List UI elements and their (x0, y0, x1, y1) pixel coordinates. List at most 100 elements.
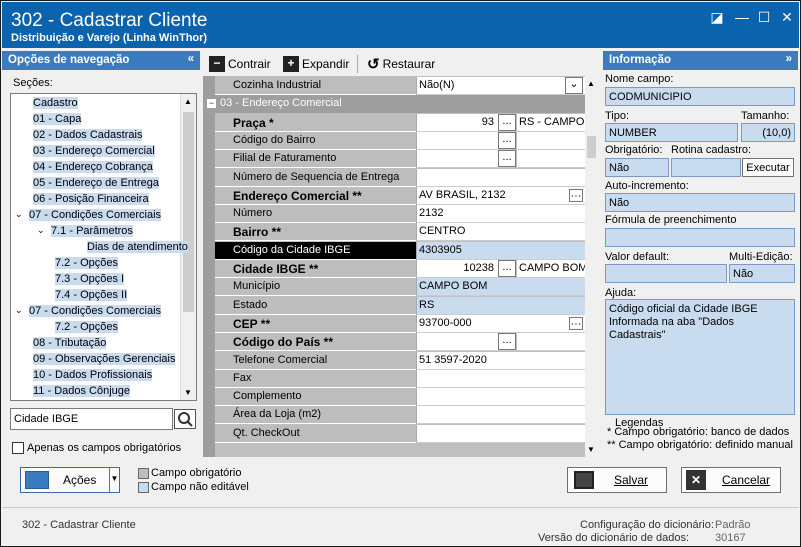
nav-tree-item[interactable]: 03 - Endereço Comercial (11, 144, 181, 160)
nav-tree-item[interactable]: 02 - Dados Cadastrais (11, 128, 181, 144)
search-button[interactable] (174, 409, 196, 429)
only-required-label: Apenas os campos obrigatórios (27, 442, 182, 454)
collapse-button[interactable]: − Contrair (209, 55, 271, 73)
nav-tree-item[interactable]: 7.4 - Opções II (11, 288, 181, 304)
nav-tree-item[interactable]: Dias de atendimento (11, 240, 188, 256)
nav-tree-item[interactable]: 05 - Endereço de Entrega (11, 176, 181, 192)
multi-label: Multi-Edição: (729, 251, 793, 263)
field-value[interactable]: ... (416, 150, 516, 169)
field-value[interactable]: AV BRASIL, 2132 ··· (416, 186, 585, 205)
routine-value (671, 158, 741, 177)
actions-button[interactable]: Ações ▼ (20, 467, 120, 493)
expand-button[interactable]: + Expandir (283, 55, 349, 73)
field-label: Filial de Faturamento (215, 150, 418, 169)
nav-tree-item[interactable]: ⌄ 7.1 - Parâmetros (11, 224, 181, 240)
restore-button[interactable]: ↺ Restaurar (367, 55, 435, 73)
lookup-button[interactable]: ... (498, 260, 516, 277)
field-value[interactable]: 93700-000 ··· (416, 314, 585, 333)
grid-row: Município CAMPO BOM (203, 278, 585, 297)
autoinc-value: Não (605, 193, 795, 212)
ellipsis-button[interactable]: ··· (569, 188, 583, 202)
minimize-icon[interactable]: — (733, 9, 751, 25)
grid-row: Número de Sequencia de Entrega (203, 168, 585, 187)
field-value[interactable]: ... (416, 333, 516, 352)
section-search-input[interactable]: Cidade IBGE (10, 408, 173, 430)
field-value[interactable]: 2132 (416, 205, 585, 224)
field-value[interactable]: 10238... (416, 260, 516, 278)
expand-toggle-icon[interactable]: ⌄ (37, 225, 45, 236)
nav-tree-item-label: Dias de atendimento (87, 241, 188, 253)
scroll-up-icon[interactable]: ▲ (184, 97, 192, 106)
only-required-checkbox[interactable] (12, 442, 24, 454)
collapse-group-icon[interactable]: − (207, 99, 216, 109)
nav-tree-item[interactable]: 09 - Observações Gerenciais (11, 352, 181, 368)
nav-tree-item[interactable]: 01 - Capa (11, 112, 181, 128)
field-value[interactable] (416, 406, 585, 425)
field-label: Cidade IBGE ** (215, 260, 418, 278)
grid-row: CEP ** 93700-000 ··· (203, 314, 585, 333)
field-value-text: CAMPO BOM (419, 280, 488, 293)
nav-tree-item[interactable]: 04 - Endereço Cobrança (11, 160, 181, 176)
scroll-down-icon[interactable]: ▼ (184, 388, 192, 397)
expand-toggle-icon[interactable]: ⌄ (15, 305, 23, 316)
nav-tree-item[interactable]: 10 - Dados Profissionais (11, 368, 181, 384)
grid-scroll-thumb[interactable] (587, 136, 596, 158)
nav-tree-item[interactable]: ⌄ 07 - Condições Comerciais (11, 208, 181, 224)
maximize-icon[interactable]: ☐ (755, 9, 773, 26)
field-value[interactable] (416, 388, 585, 407)
restore-icon: ↺ (367, 56, 380, 73)
chevron-down-icon[interactable]: ▼ (109, 468, 119, 492)
nav-tree-item[interactable]: 08 - Tributação (11, 336, 181, 352)
group-header[interactable]: −03 - Endereço Comercial (203, 95, 585, 114)
plus-icon: + (283, 56, 299, 72)
field-value[interactable]: ... (416, 131, 516, 150)
lookup-button[interactable]: ... (498, 113, 516, 131)
field-label: Município (215, 278, 418, 297)
nav-tree-item[interactable]: 7.2 - Opções (11, 320, 181, 336)
nav-tree-item[interactable]: 06 - Posição Financeira (11, 192, 181, 208)
grid-scroll-down-icon[interactable]: ▼ (587, 445, 595, 454)
info-header-label: Informação (609, 54, 671, 66)
nav-tree-item[interactable]: 7.2 - Opções (11, 256, 181, 272)
field-description (517, 150, 585, 169)
nav-tree-item-label: 03 - Endereço Comercial (33, 145, 155, 157)
field-label: Qt. CheckOut (215, 424, 418, 443)
actions-label: Ações (63, 473, 97, 487)
expand-panel-icon[interactable]: » (786, 53, 792, 65)
nav-tree-item[interactable]: ⌄ 07 - Condições Comerciais (11, 304, 181, 320)
field-value[interactable]: 51 3597-2020 (416, 351, 585, 370)
expand-toggle-icon[interactable]: ⌄ (15, 209, 23, 220)
field-value[interactable]: Não(N) ⌄ (416, 77, 585, 95)
lookup-button[interactable]: ... (498, 150, 516, 168)
nav-tree-item[interactable]: Cadastro (11, 96, 181, 112)
chevron-down-icon[interactable]: ⌄ (565, 77, 583, 94)
search-icon (178, 412, 193, 427)
lookup-button[interactable]: ... (498, 131, 516, 149)
close-icon[interactable]: ✕ (778, 9, 796, 26)
lookup-button[interactable]: ... (498, 333, 516, 351)
field-value[interactable]: 93... (416, 113, 516, 132)
restore-layout-icon[interactable]: ◪ (708, 9, 726, 26)
field-value[interactable]: 4303905 (416, 241, 585, 260)
ellipsis-button[interactable]: ··· (569, 316, 583, 330)
cancel-button[interactable]: ✕ Cancelar (681, 467, 781, 493)
grid-scroll-up-icon[interactable]: ▲ (587, 79, 595, 88)
nav-tree-item[interactable]: 11 - Dados Cônjuge (11, 384, 181, 400)
field-value[interactable] (416, 424, 585, 443)
field-value[interactable]: CENTRO (416, 223, 585, 242)
autoinc-label: Auto-incremento: (605, 180, 689, 192)
restore-label: Restaurar (382, 57, 436, 71)
collapse-panel-icon[interactable]: « (188, 53, 194, 65)
grid-row: Cidade IBGE ** 10238... CAMPO BOM (203, 260, 585, 278)
nav-tree-item[interactable]: 7.3 - Opções I (11, 272, 181, 288)
readonly-swatch (138, 482, 149, 493)
grid-row: Filial de Faturamento... (203, 150, 585, 169)
field-value[interactable] (416, 369, 585, 388)
field-value[interactable] (416, 168, 585, 187)
grid-scrollbar[interactable]: ▲ ▼ (585, 76, 598, 457)
app-window: 302 - Cadastrar Cliente Distribuição e V… (0, 0, 801, 547)
save-button[interactable]: Salvar (567, 467, 667, 493)
execute-button[interactable]: Executar (742, 158, 794, 177)
tree-scroll-thumb[interactable] (183, 112, 194, 312)
field-value-text: RS (419, 298, 435, 311)
